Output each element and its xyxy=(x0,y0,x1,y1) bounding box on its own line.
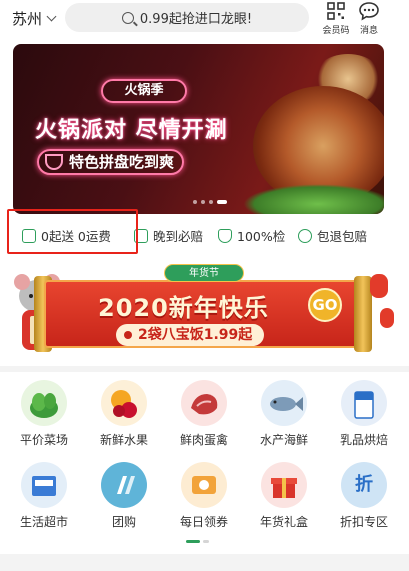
category-label: 新鲜水果 xyxy=(99,433,148,447)
group-buy-icon xyxy=(101,462,147,508)
section-divider xyxy=(0,366,409,372)
section-divider xyxy=(0,554,409,571)
pager-dot xyxy=(203,540,209,543)
category-supermarket[interactable]: 生活超市 xyxy=(8,462,80,530)
search-bar[interactable]: 0.99起抢进口龙眼! xyxy=(65,3,309,32)
gift-box-icon xyxy=(261,462,307,508)
member-code-button[interactable]: 会员码 xyxy=(318,1,354,36)
service-label: 100%检 xyxy=(237,229,286,244)
pager-dot-active xyxy=(186,540,200,543)
top-header: 苏州 0.99起抢进口龙眼! 会员码 消息 xyxy=(0,0,409,38)
category-group-buy[interactable]: 团购 xyxy=(88,462,160,530)
city-label: 苏州 xyxy=(12,10,43,28)
search-placeholder: 0.99起抢进口龙眼! xyxy=(139,12,253,27)
city-selector[interactable]: 苏州 xyxy=(12,8,57,29)
service-label: 包退包赔 xyxy=(317,229,368,244)
pager-dot-active xyxy=(217,200,227,204)
new-year-title: 2020新年快乐 xyxy=(98,294,269,322)
category-label: 每日领券 xyxy=(179,515,228,529)
discount-glyph: 折 xyxy=(355,474,373,495)
shield-icon xyxy=(218,228,232,243)
hotpot-banner[interactable]: 火锅季 火锅派对 尽情开涮 特色拼盘吃到爽 xyxy=(13,44,384,214)
category-gift-box[interactable]: 年货礼盒 xyxy=(248,462,320,530)
pager-dot xyxy=(209,200,213,204)
highlight-annotation-box xyxy=(7,209,138,254)
category-seafood[interactable]: 水产海鲜 xyxy=(248,380,320,448)
milk-icon xyxy=(341,380,387,426)
refund-icon xyxy=(298,228,312,243)
category-pager xyxy=(186,540,209,543)
search-icon xyxy=(121,11,134,24)
new-year-banner[interactable]: 年货节 2020新年快乐 2袋八宝饭1.99起 GO xyxy=(4,258,405,358)
lantern-icon xyxy=(370,274,388,298)
lantern-icon xyxy=(380,308,394,328)
message-label: 消息 xyxy=(359,26,378,36)
vegetable-icon xyxy=(21,380,67,426)
category-fruits[interactable]: 新鲜水果 xyxy=(88,380,160,448)
category-label: 年货礼盒 xyxy=(259,515,308,529)
qr-code-icon xyxy=(327,2,345,20)
coupon-icon xyxy=(181,462,227,508)
member-code-label: 会员码 xyxy=(322,26,350,36)
bowl-icon xyxy=(45,154,63,170)
message-icon xyxy=(359,2,379,21)
banner-subtitle: 特色拼盘吃到爽 xyxy=(69,153,175,171)
chevron-down-icon xyxy=(46,11,57,22)
new-year-tag: 年货节 xyxy=(164,264,244,282)
discount-icon: 折 xyxy=(341,462,387,508)
banner-title: 火锅派对 尽情开涮 xyxy=(35,118,228,143)
fruit-icon xyxy=(101,380,147,426)
category-label: 鲜肉蛋禽 xyxy=(179,433,228,447)
category-daily-coupon[interactable]: 每日领券 xyxy=(168,462,240,530)
category-meat-eggs[interactable]: 鲜肉蛋禽 xyxy=(168,380,240,448)
go-button[interactable]: GO xyxy=(308,288,342,322)
pager-dot xyxy=(193,200,197,204)
message-button[interactable]: 消息 xyxy=(351,1,387,36)
supermarket-icon xyxy=(21,462,67,508)
service-label: 晚到必赔 xyxy=(153,229,204,244)
category-label: 折扣专区 xyxy=(339,515,388,529)
category-vegetables[interactable]: 平价菜场 xyxy=(8,380,80,448)
category-label: 水产海鲜 xyxy=(259,433,308,447)
vegetable-image xyxy=(243,184,384,214)
service-item-late-compensation[interactable]: 晚到必赔 xyxy=(134,226,203,245)
category-label: 团购 xyxy=(111,515,136,529)
category-discount[interactable]: 折 折扣专区 xyxy=(328,462,400,530)
category-label: 生活超市 xyxy=(19,515,68,529)
category-label: 乳品烘焙 xyxy=(339,433,388,447)
banner-subtitle-pill: 特色拼盘吃到爽 xyxy=(37,149,185,175)
category-label: 平价菜场 xyxy=(19,433,68,447)
meat-icon xyxy=(181,380,227,426)
banner-tag: 火锅季 xyxy=(101,79,187,103)
service-item-inspection[interactable]: 100%检 xyxy=(218,226,285,245)
fish-icon xyxy=(261,380,307,426)
new-year-offer-pill: 2袋八宝饭1.99起 xyxy=(116,324,265,346)
category-dairy-bakery[interactable]: 乳品烘焙 xyxy=(328,380,400,448)
pager-dot xyxy=(201,200,205,204)
service-item-refund[interactable]: 包退包赔 xyxy=(298,226,367,245)
banner-pager xyxy=(193,200,227,204)
